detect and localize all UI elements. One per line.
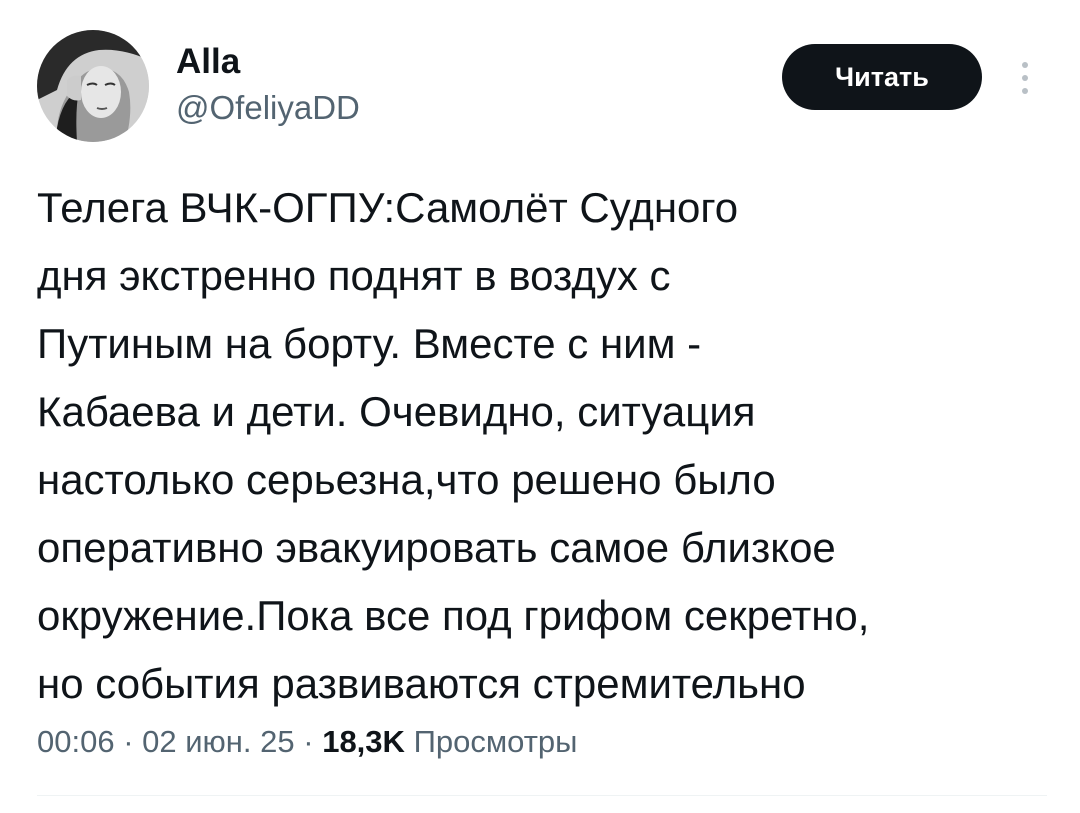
more-dot bbox=[1022, 75, 1028, 81]
follow-button[interactable]: Читать bbox=[782, 44, 982, 110]
tweet-meta: 00:06 · 02 июн. 25 · 18,3K Просмотры bbox=[37, 722, 577, 762]
divider bbox=[37, 795, 1047, 796]
views-count: 18,3K bbox=[322, 724, 405, 759]
meta-separator: · bbox=[114, 724, 143, 759]
tweet-container: Alla @OfeliyaDD Читать Телега ВЧК-ОГПУ:С… bbox=[0, 0, 1080, 813]
tweet-text-line: Кабаева и дети. Очевидно, ситуация bbox=[37, 388, 756, 435]
tweet-text-line: окружение.Пока все под грифом секретно, bbox=[37, 592, 870, 639]
tweet-text-line: оперативно эвакуировать самое близкое bbox=[37, 524, 836, 571]
more-vertical-icon[interactable] bbox=[1012, 58, 1038, 98]
tweet-date[interactable]: 02 июн. 25 bbox=[142, 724, 295, 759]
tweet-text-line: дня экстренно поднят в воздух с bbox=[37, 252, 671, 299]
tweet-text-line: настолько серьезна,что решено было bbox=[37, 456, 776, 503]
author-display-name[interactable]: Alla bbox=[176, 42, 240, 82]
views-label: Просмотры bbox=[413, 724, 578, 759]
tweet-text-line: Телега ВЧК-ОГПУ:Самолёт Судного bbox=[37, 184, 739, 231]
more-dot bbox=[1022, 62, 1028, 68]
meta-separator: · bbox=[294, 724, 323, 759]
tweet-text: Телега ВЧК-ОГПУ:Самолёт Судного дня экст… bbox=[37, 174, 1057, 718]
tweet-text-line: Путиным на борту. Вместе с ним - bbox=[37, 320, 702, 367]
author-handle[interactable]: @OfeliyaDD bbox=[176, 88, 360, 128]
more-dot bbox=[1022, 88, 1028, 94]
tweet-text-line: но события развиваются стремительно bbox=[37, 660, 806, 707]
avatar[interactable] bbox=[37, 30, 149, 142]
tweet-time[interactable]: 00:06 bbox=[37, 724, 115, 759]
avatar-photo-icon bbox=[37, 30, 149, 142]
